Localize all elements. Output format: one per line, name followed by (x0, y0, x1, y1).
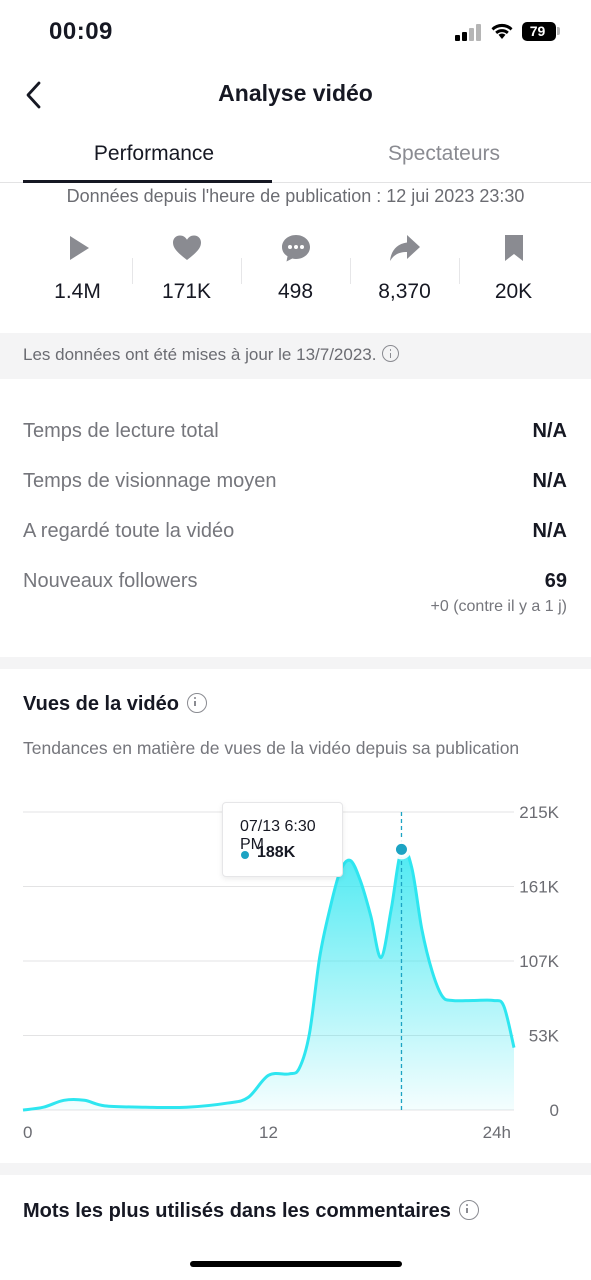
metric-sub-new-followers: +0 (contre il y a 1 j) (430, 598, 568, 615)
stat-views: 1.4M (23, 228, 132, 304)
info-icon[interactable] (458, 1200, 479, 1220)
update-note-band: Les données ont été mises à jour le 13/7… (0, 333, 591, 379)
tab-bar: Performance Spectateurs (0, 134, 591, 183)
status-time: 00:09 (49, 18, 113, 45)
chart-tooltip: 07/13 6:30 PM 188K (222, 802, 343, 877)
section-divider (0, 657, 591, 669)
home-indicator[interactable] (190, 1261, 402, 1267)
share-icon (389, 235, 420, 261)
metric-value-total-watch-time: N/A (532, 420, 567, 442)
metric-value-average-watch-time: N/A (532, 470, 567, 492)
views-section-title: Vues de la vidéo (23, 693, 207, 716)
tooltip-series-dot (241, 851, 249, 859)
views-section-description: Tendances en matière de vues de la vidéo… (23, 738, 520, 758)
heart-icon (172, 235, 201, 260)
y-tick-label: 161K (519, 878, 559, 897)
stat-value: 20K (494, 280, 533, 303)
y-tick-label: 107K (519, 952, 559, 971)
battery-icon: 79 (522, 22, 556, 41)
tab-performance[interactable]: Performance (12, 142, 296, 166)
y-tick-label: 53K (529, 1027, 560, 1046)
wifi-icon (491, 23, 513, 39)
stat-value: 171K (161, 280, 212, 303)
battery-cap (557, 27, 560, 35)
cellular-signal-icon (455, 24, 481, 41)
bookmark-icon (504, 235, 523, 261)
metric-label-total-watch-time: Temps de lecture total (23, 420, 219, 442)
tab-spectateurs[interactable]: Spectateurs (296, 142, 591, 166)
publication-date-text: Données depuis l'heure de publication : … (66, 186, 525, 206)
metric-value-new-followers: 69 (544, 570, 567, 592)
views-section-title-text: Vues de la vidéo (23, 693, 179, 715)
update-note-text: Les données ont été mises à jour le 13/7… (23, 345, 377, 364)
tooltip-value: 188K (257, 844, 296, 861)
info-icon[interactable] (187, 693, 207, 713)
stat-value: 498 (277, 280, 314, 303)
stat-shares: 8,370 (350, 228, 459, 304)
stat-saves: 20K (459, 228, 568, 304)
active-tab-indicator (23, 180, 272, 183)
page-title: Analyse vidéo (218, 80, 373, 106)
metric-value-full-video-watched: N/A (532, 520, 567, 542)
metric-label-full-video-watched: A regardé toute la vidéo (23, 520, 235, 542)
y-tick-label: 0 (550, 1101, 559, 1120)
info-icon[interactable] (382, 345, 400, 362)
section-divider (0, 1163, 591, 1175)
stat-likes: 171K (132, 228, 241, 304)
stat-comments: 498 (241, 228, 350, 304)
comments-section-title-text: Mots les plus utilisés dans les commenta… (23, 1200, 451, 1222)
comments-section-title: Mots les plus utilisés dans les commenta… (23, 1200, 479, 1223)
stat-value: 1.4M (54, 280, 101, 303)
comment-icon (281, 235, 310, 262)
x-tick-label: 0 (23, 1123, 32, 1142)
x-tick-label: 24h (483, 1123, 511, 1142)
metric-label-new-followers: Nouveaux followers (23, 570, 198, 592)
battery-level: 79 (529, 23, 546, 39)
metric-label-average-watch-time: Temps de visionnage moyen (23, 470, 277, 492)
status-bar: 00:09 79 (0, 0, 591, 62)
play-icon (69, 236, 89, 260)
update-note: Les données ont été mises à jour le 13/7… (23, 345, 400, 365)
stat-value: 8,370 (378, 280, 431, 303)
x-tick-label: 12 (259, 1123, 278, 1142)
stats-row: 1.4M 171K 498 8,370 20K (23, 228, 568, 312)
y-tick-label: 215K (519, 803, 559, 822)
highlight-point (393, 841, 409, 857)
